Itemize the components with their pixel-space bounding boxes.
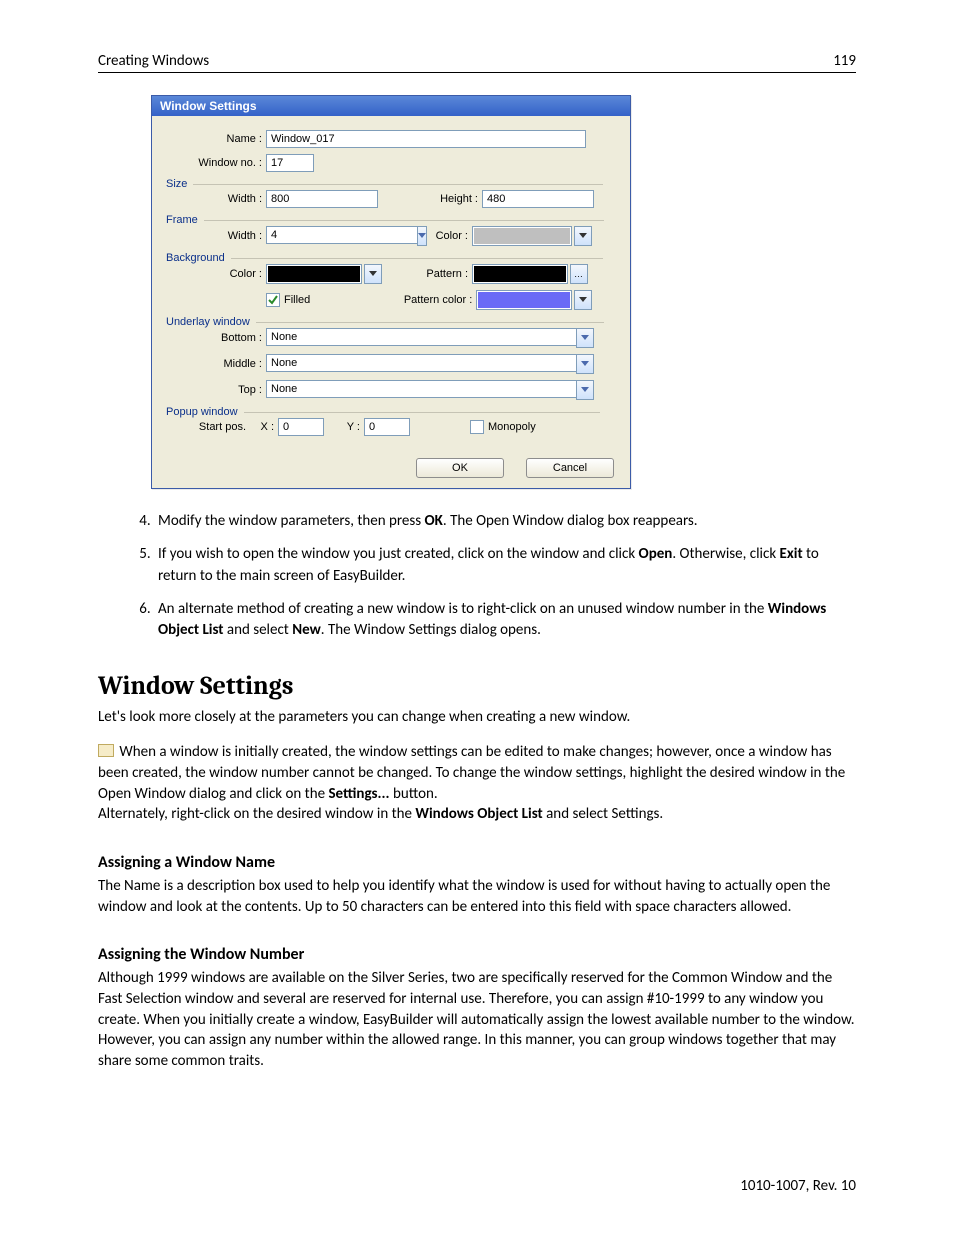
bottom-select[interactable] xyxy=(266,328,594,348)
step-4: Modify the window parameters, then press… xyxy=(154,511,856,532)
pattern-color-swatch[interactable] xyxy=(476,290,572,310)
sub1-body: The Name is a description box used to he… xyxy=(98,876,856,917)
step-6: An alternate method of creating a new wi… xyxy=(154,599,856,642)
middle-select[interactable] xyxy=(266,354,594,374)
note-icon xyxy=(98,744,114,757)
startpos-label: Start pos. xyxy=(166,421,250,433)
height-input[interactable] xyxy=(482,190,594,208)
group-size: Size xyxy=(166,178,616,190)
y-label: Y : xyxy=(324,421,364,433)
frame-color-label: Color : xyxy=(378,230,472,242)
group-underlay: Underlay window xyxy=(166,316,616,328)
dialog-title: Window Settings xyxy=(160,99,257,113)
ok-button[interactable]: OK xyxy=(416,458,504,478)
bottom-label: Bottom : xyxy=(166,332,266,344)
chevron-down-icon[interactable] xyxy=(574,290,592,310)
step-5: If you wish to open the window you just … xyxy=(154,544,856,587)
window-no-label: Window no. : xyxy=(166,157,266,169)
section-note: When a window is initially created, the … xyxy=(98,742,856,825)
filled-checkbox[interactable]: Filled xyxy=(266,293,310,307)
header-left: Creating Windows xyxy=(98,52,209,70)
filled-label: Filled xyxy=(284,294,310,306)
group-frame: Frame xyxy=(166,214,616,226)
top-select[interactable] xyxy=(266,380,594,400)
frame-color-swatch[interactable] xyxy=(472,226,572,246)
chevron-down-icon[interactable] xyxy=(364,264,382,284)
chevron-down-icon[interactable] xyxy=(576,354,594,374)
pattern-label: Pattern : xyxy=(382,268,472,280)
header-page-number: 119 xyxy=(833,52,856,70)
page-header: Creating Windows 119 xyxy=(98,52,856,73)
chevron-down-icon[interactable] xyxy=(576,328,594,348)
x-input[interactable] xyxy=(278,418,324,436)
sub1-heading: Assigning a Window Name xyxy=(98,853,856,872)
monopoly-checkbox[interactable]: Monopoly xyxy=(470,420,536,434)
top-label: Top : xyxy=(166,384,266,396)
page-footer: 1010-1007, Rev. 10 xyxy=(740,1177,856,1195)
middle-label: Middle : xyxy=(166,358,266,370)
frame-width-select[interactable] xyxy=(266,226,378,246)
group-background: Background xyxy=(166,252,616,264)
monopoly-label: Monopoly xyxy=(488,421,536,433)
height-label: Height : xyxy=(378,193,482,205)
y-input[interactable] xyxy=(364,418,410,436)
width-label: Width : xyxy=(166,193,266,205)
dialog-titlebar: Window Settings xyxy=(152,96,630,116)
width-input[interactable] xyxy=(266,190,378,208)
x-label: X : xyxy=(250,421,278,433)
pattern-color-label: Pattern color : xyxy=(310,294,476,306)
name-label: Name : xyxy=(166,133,266,145)
sub2-heading: Assigning the Window Number xyxy=(98,945,856,964)
sub2-body: Although 1999 windows are available on t… xyxy=(98,968,856,1071)
steps-list: Modify the window parameters, then press… xyxy=(98,511,856,641)
group-popup: Popup window xyxy=(166,406,616,418)
bg-color-swatch[interactable] xyxy=(266,264,362,284)
pattern-swatch[interactable] xyxy=(472,264,568,284)
chevron-down-icon[interactable] xyxy=(576,380,594,400)
ellipsis-icon[interactable]: … xyxy=(570,264,588,284)
bg-color-label: Color : xyxy=(166,268,266,280)
window-no-input[interactable] xyxy=(266,154,314,172)
chevron-down-icon[interactable] xyxy=(574,226,592,246)
section-intro: Let's look more closely at the parameter… xyxy=(98,707,856,728)
cancel-button[interactable]: Cancel xyxy=(526,458,614,478)
frame-width-label: Width : xyxy=(166,230,266,242)
window-settings-dialog: Window Settings Name : Window no. : Size… xyxy=(151,95,631,489)
name-input[interactable] xyxy=(266,130,586,148)
section-heading: Window Settings xyxy=(98,671,856,701)
